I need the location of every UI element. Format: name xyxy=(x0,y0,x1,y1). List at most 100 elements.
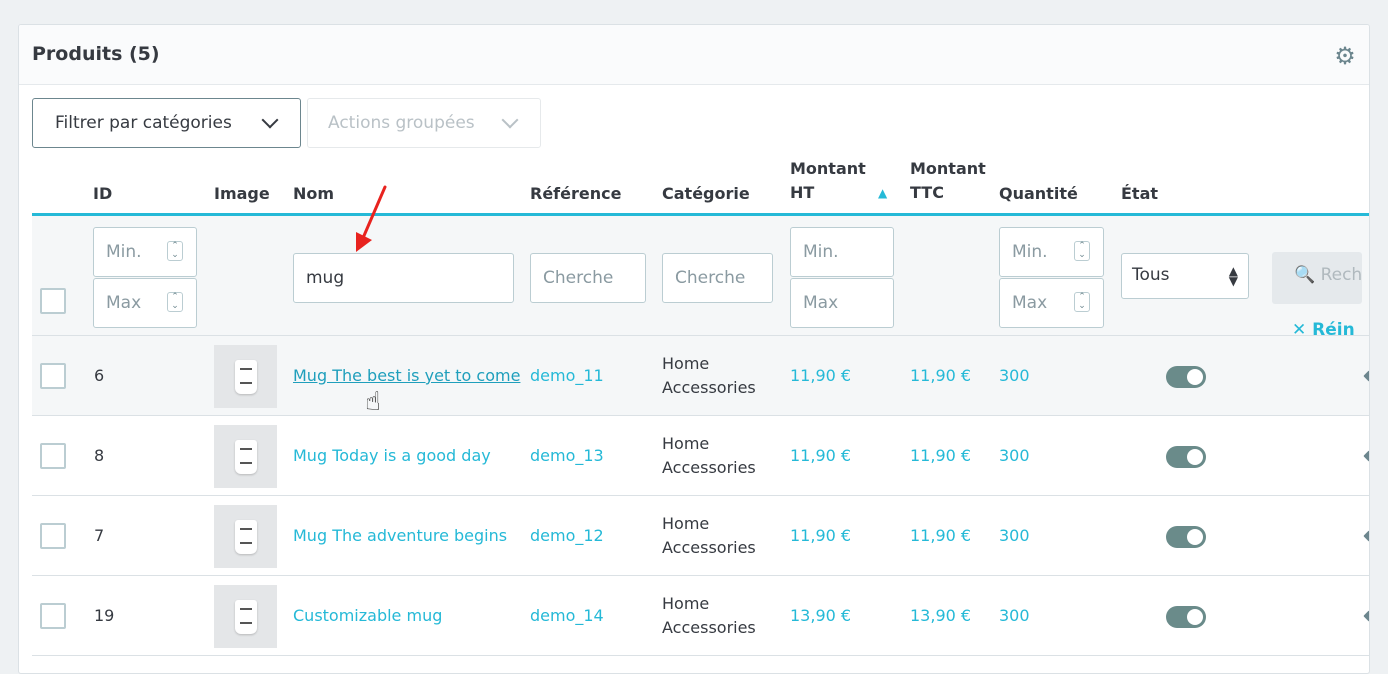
panel-header: Produits (5) ⚙ xyxy=(19,25,1369,85)
product-id: 8 xyxy=(94,446,105,465)
spinner-icon[interactable]: ⌃ ⌄ xyxy=(1074,292,1090,312)
category-line1: Home xyxy=(662,514,710,533)
product-quantity[interactable]: 300 xyxy=(999,524,1030,548)
spinner-icon[interactable]: ⌃ ⌄ xyxy=(1074,241,1090,261)
name-filter-input[interactable] xyxy=(293,253,514,303)
search-icon: 🔍 xyxy=(1294,265,1316,285)
products-panel: Produits (5) ⚙ Filtrer par catégories Ac… xyxy=(18,24,1370,674)
column-header-quantity[interactable]: Quantité xyxy=(999,182,1078,206)
product-reference[interactable]: demo_14 xyxy=(530,604,604,628)
hand-cursor-icon: ☝ xyxy=(365,387,381,417)
price-ttc-line2: TTC xyxy=(910,183,944,202)
sort-ascending-icon[interactable]: ▲ xyxy=(878,186,887,200)
product-quantity[interactable]: 300 xyxy=(999,364,1030,388)
category-line1: Home xyxy=(662,354,710,373)
row-checkbox[interactable] xyxy=(40,603,66,629)
row-checkbox[interactable] xyxy=(40,523,66,549)
column-header-price-ht[interactable]: Montant HT xyxy=(790,157,866,205)
price-ht-line2: HT xyxy=(790,183,815,202)
product-quantity[interactable]: 300 xyxy=(999,604,1030,628)
product-quantity[interactable]: 300 xyxy=(999,444,1030,468)
price-min-input[interactable] xyxy=(790,227,894,277)
chevron-down-icon xyxy=(501,111,519,129)
status-select[interactable]: Tous ▲ ▼ xyxy=(1121,253,1249,299)
edit-icon[interactable] xyxy=(1363,610,1369,622)
price-max-input[interactable] xyxy=(790,278,894,328)
search-button[interactable]: 🔍 Rech xyxy=(1272,252,1362,304)
status-select-value: Tous xyxy=(1132,265,1170,285)
chevron-down-icon xyxy=(261,111,279,129)
product-price-ttc[interactable]: 13,90 € xyxy=(910,604,971,628)
product-id: 19 xyxy=(94,606,115,625)
product-reference[interactable]: demo_12 xyxy=(530,524,604,548)
table-row[interactable]: 8 Mug Today is a good day demo_13 Home A… xyxy=(32,416,1369,496)
edit-icon[interactable] xyxy=(1363,450,1369,462)
filter-categories-button[interactable]: Filtrer par catégories xyxy=(32,98,301,148)
spinner-icon[interactable]: ⌃ ⌄ xyxy=(167,292,183,312)
product-thumbnail[interactable] xyxy=(214,425,277,488)
category-line2: Accessories xyxy=(662,458,756,477)
product-category: Home Accessories xyxy=(662,512,772,560)
product-price-ht[interactable]: 11,90 € xyxy=(790,364,851,388)
product-name-link[interactable]: Customizable mug xyxy=(293,604,442,628)
product-name-link[interactable]: Mug The best is yet to come xyxy=(293,364,520,388)
product-id: 7 xyxy=(94,526,105,545)
product-thumbnail[interactable] xyxy=(214,585,277,648)
category-filter-input[interactable] xyxy=(662,253,773,303)
category-line2: Accessories xyxy=(662,618,756,637)
reference-filter-input[interactable] xyxy=(530,253,646,303)
product-reference[interactable]: demo_13 xyxy=(530,444,604,468)
product-thumbnail[interactable] xyxy=(214,345,277,408)
column-header-price-ttc[interactable]: Montant TTC xyxy=(910,157,986,205)
product-id: 6 xyxy=(94,366,105,385)
row-checkbox[interactable] xyxy=(40,363,66,389)
gear-icon[interactable]: ⚙ xyxy=(1333,44,1357,69)
filter-row: ⌃⌄ ⌃⌄ ⌃⌄ ⌃⌄ Tous ▲▼ 🔍 Rech ✕ Réin xyxy=(32,216,1369,340)
select-all-checkbox[interactable] xyxy=(40,288,66,314)
table-row[interactable]: 19 Customizable mug demo_14 Home Accesso… xyxy=(32,576,1369,656)
product-name-link[interactable]: Mug The adventure begins xyxy=(293,524,507,548)
product-price-ht[interactable]: 11,90 € xyxy=(790,444,851,468)
category-line1: Home xyxy=(662,594,710,613)
column-header-image: Image xyxy=(214,184,270,203)
status-toggle[interactable] xyxy=(1166,446,1206,468)
column-header-status[interactable]: État xyxy=(1121,182,1158,206)
product-price-ttc[interactable]: 11,90 € xyxy=(910,364,971,388)
product-price-ttc[interactable]: 11,90 € xyxy=(910,524,971,548)
id-min-wrapper: ⌃⌄ xyxy=(93,227,197,277)
panel-title: Produits (5) xyxy=(32,43,160,65)
table-row[interactable]: 6 Mug The best is yet to come demo_11 Ho… xyxy=(32,336,1369,416)
table-row[interactable]: 7 Mug The adventure begins demo_12 Home … xyxy=(32,496,1369,576)
status-toggle[interactable] xyxy=(1166,366,1206,388)
product-category: Home Accessories xyxy=(662,592,772,640)
price-ttc-line1: Montant xyxy=(910,159,986,178)
column-header-id[interactable]: ID xyxy=(93,182,112,206)
status-toggle[interactable] xyxy=(1166,606,1206,628)
search-label: Rech xyxy=(1320,265,1362,285)
product-price-ht[interactable]: 13,90 € xyxy=(790,604,851,628)
spinner-icon[interactable]: ⌃ ⌄ xyxy=(167,241,183,261)
bulk-actions-button[interactable]: Actions groupées xyxy=(307,98,541,148)
product-price-ht[interactable]: 11,90 € xyxy=(790,524,851,548)
product-thumbnail[interactable] xyxy=(214,505,277,568)
edit-icon[interactable] xyxy=(1363,530,1369,542)
column-header-name[interactable]: Nom xyxy=(293,182,334,206)
qty-min-wrapper: ⌃⌄ xyxy=(999,227,1104,277)
product-reference[interactable]: demo_11 xyxy=(530,364,604,388)
annotation-arrow-icon xyxy=(356,185,387,252)
category-line1: Home xyxy=(662,434,710,453)
bulk-actions-label: Actions groupées xyxy=(328,113,475,133)
status-toggle[interactable] xyxy=(1166,526,1206,548)
row-checkbox[interactable] xyxy=(40,443,66,469)
edit-icon[interactable] xyxy=(1363,370,1369,382)
product-name-link[interactable]: Mug Today is a good day xyxy=(293,444,491,468)
column-header-reference[interactable]: Référence xyxy=(530,182,621,206)
column-header-category[interactable]: Catégorie xyxy=(662,182,750,206)
select-arrows-icon: ▲ ▼ xyxy=(1228,264,1238,288)
filter-categories-label: Filtrer par catégories xyxy=(55,113,232,133)
category-line2: Accessories xyxy=(662,538,756,557)
product-price-ttc[interactable]: 11,90 € xyxy=(910,444,971,468)
price-ht-line1: Montant xyxy=(790,159,866,178)
category-line2: Accessories xyxy=(662,378,756,397)
product-category: Home Accessories xyxy=(662,352,772,400)
